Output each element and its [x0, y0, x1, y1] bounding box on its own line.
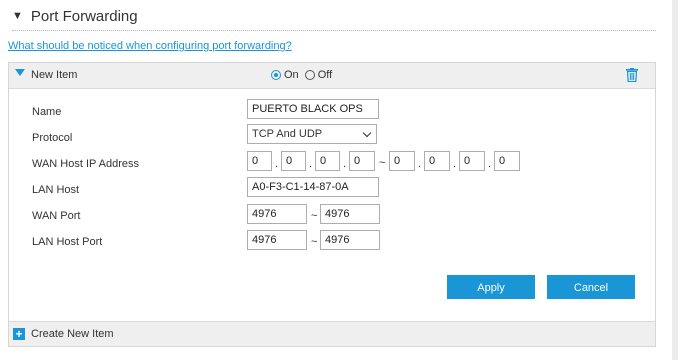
lan-port-end-field[interactable]	[320, 230, 380, 250]
range-tilde: ~	[311, 236, 318, 248]
protocol-label: Protocol	[32, 132, 73, 144]
on-radio-label[interactable]: On	[284, 69, 299, 81]
port-forwarding-panel: New Item On Off Name Protocol TCP And UD…	[8, 62, 656, 347]
wan-port-start-field[interactable]	[247, 204, 307, 224]
item-header[interactable]: New Item On Off	[9, 63, 655, 89]
lan-port-label: LAN Host Port	[32, 236, 103, 248]
plus-icon[interactable]: +	[13, 328, 25, 340]
name-field[interactable]	[247, 99, 379, 119]
lan-host-field[interactable]	[247, 177, 379, 197]
on-radio[interactable]	[271, 70, 281, 80]
ip-dot: .	[418, 158, 422, 170]
create-new-item-label[interactable]: Create New Item	[31, 328, 114, 340]
wan-ip-start-octet-3[interactable]	[315, 151, 340, 171]
wan-ip-end-octet-1[interactable]	[389, 151, 415, 171]
trash-icon[interactable]	[626, 68, 638, 82]
ip-dot: .	[488, 158, 492, 170]
wan-ip-end-octet-4[interactable]	[494, 151, 520, 171]
wan-port-label: WAN Port	[32, 210, 81, 222]
range-tilde: ~	[379, 157, 386, 169]
protocol-value: TCP And UDP	[252, 128, 323, 140]
section-title: Port Forwarding	[30, 7, 138, 25]
wan-ip-end-octet-2[interactable]	[424, 151, 450, 171]
wan-ip-end-octet-3[interactable]	[459, 151, 485, 171]
wan-port-end-field[interactable]	[320, 204, 380, 224]
scroll-track	[672, 0, 678, 360]
collapse-triangle-icon[interactable]: ▼	[12, 10, 23, 22]
off-radio-label[interactable]: Off	[318, 69, 332, 81]
wan-ip-start-octet-2[interactable]	[281, 151, 306, 171]
protocol-select[interactable]: TCP And UDP	[247, 124, 377, 144]
lan-port-start-field[interactable]	[247, 230, 307, 250]
ip-dot: .	[275, 158, 279, 170]
create-new-item-row[interactable]: + Create New Item	[9, 321, 655, 346]
apply-button[interactable]: Apply	[447, 275, 535, 299]
help-link[interactable]: What should be noticed when configuring …	[8, 40, 292, 52]
wan-ip-start-octet-4[interactable]	[349, 151, 375, 171]
section-header[interactable]: ▼ Port Forwarding	[12, 2, 656, 31]
lan-host-label: LAN Host	[32, 184, 80, 196]
ip-dot: .	[453, 158, 457, 170]
expand-triangle-icon[interactable]	[15, 69, 25, 76]
ip-dot: .	[309, 158, 313, 170]
range-tilde: ~	[311, 210, 318, 222]
off-radio[interactable]	[304, 70, 315, 80]
chevron-down-icon	[362, 128, 372, 138]
item-title: New Item	[31, 69, 78, 81]
ip-dot: .	[343, 158, 347, 170]
status-radio-group: On Off	[271, 69, 338, 81]
name-label: Name	[32, 106, 62, 118]
wan-ip-start-octet-1[interactable]	[247, 151, 272, 171]
cancel-button[interactable]: Cancel	[547, 275, 635, 299]
wan-ip-label: WAN Host IP Address	[32, 158, 139, 170]
